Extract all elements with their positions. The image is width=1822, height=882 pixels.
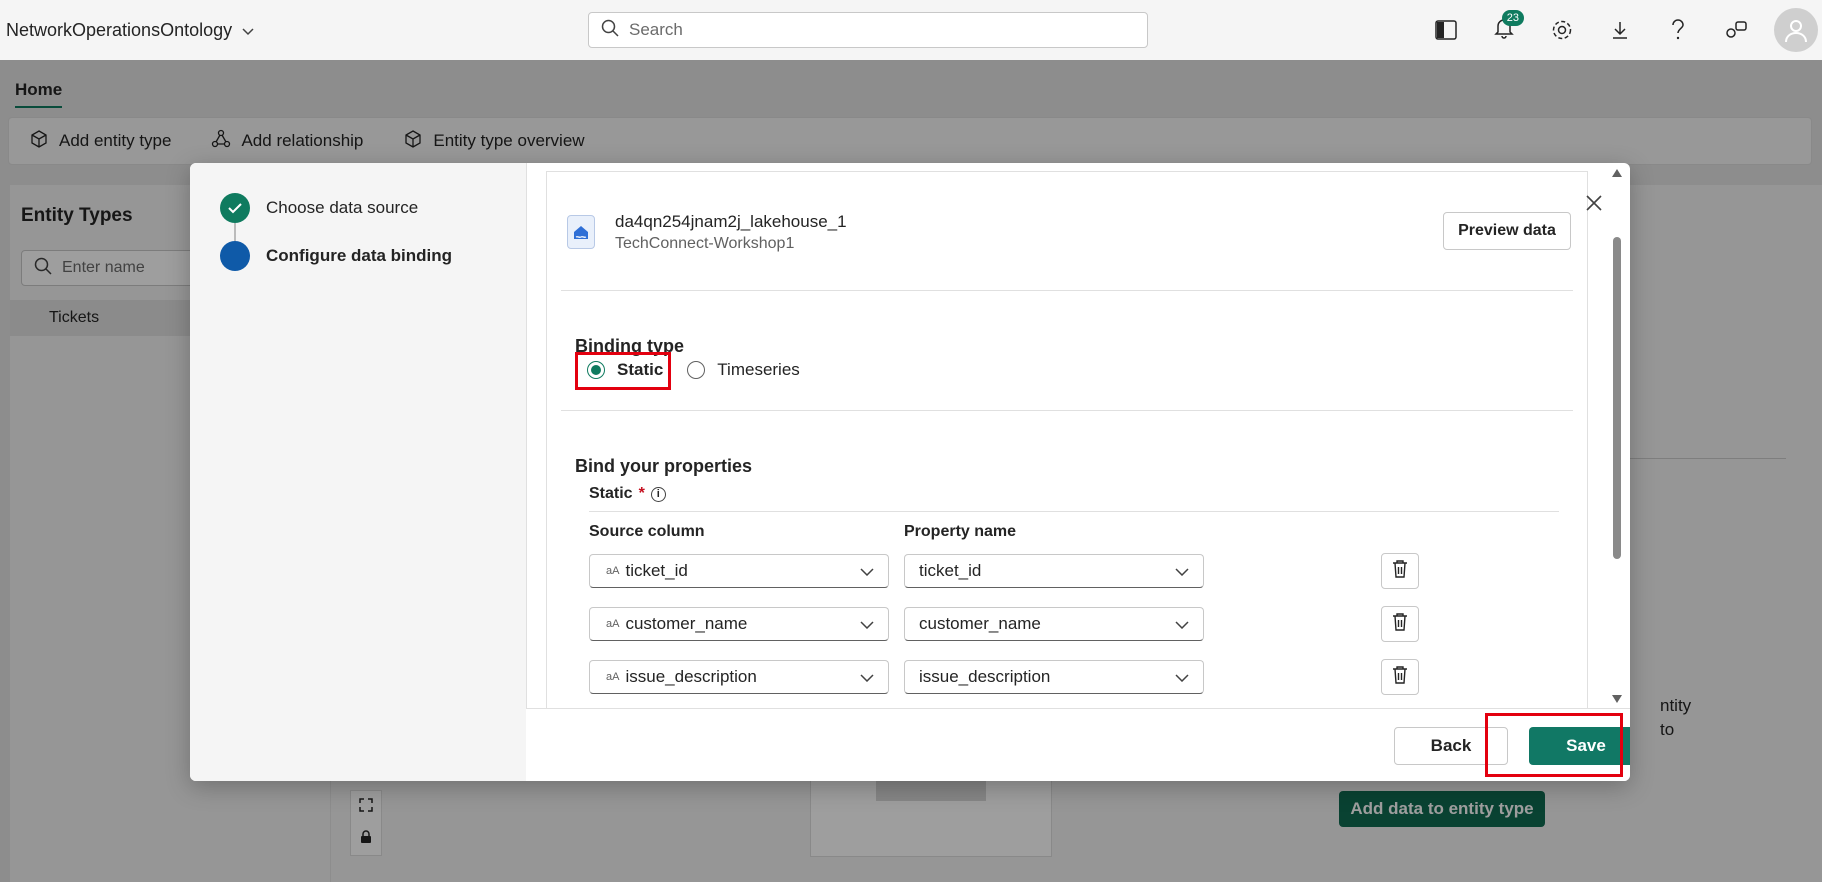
string-type-icon: aA (606, 565, 620, 577)
chevron-down-icon (860, 667, 874, 687)
source-column-value: customer_name (625, 614, 748, 633)
string-type-icon: aA (606, 671, 620, 683)
radio-timeseries[interactable]: Timeseries (687, 360, 800, 380)
binding-card: da4qn254jnam2j_lakehouse_1 TechConnect-W… (546, 171, 1588, 708)
workspace-switcher[interactable]: NetworkOperationsOntology (6, 20, 254, 41)
property-name-value: ticket_id (919, 561, 982, 580)
delete-row-button[interactable] (1381, 606, 1419, 642)
chevron-down-icon (242, 20, 254, 41)
save-highlight-box (1485, 713, 1623, 777)
trash-icon (1391, 665, 1409, 690)
step-label: Choose data source (266, 198, 419, 217)
string-type-icon: aA (606, 618, 620, 630)
scrollbar[interactable] (1610, 169, 1624, 709)
scroll-up-icon[interactable] (1612, 169, 1622, 177)
scroll-thumb[interactable] (1613, 237, 1621, 559)
source-column-dropdown[interactable]: aA ticket_id (589, 554, 889, 588)
share-feedback-icon[interactable] (1720, 14, 1752, 46)
search-input[interactable]: Search (588, 12, 1148, 48)
search-placeholder: Search (629, 20, 683, 39)
property-name-header: Property name (904, 523, 1017, 540)
property-name-dropdown[interactable]: issue_description (904, 660, 1204, 694)
divider (561, 410, 1573, 411)
preview-data-button[interactable]: Preview data (1443, 212, 1571, 250)
step-choose-data-source[interactable]: Choose data source (220, 193, 418, 223)
delete-row-button[interactable] (1381, 659, 1419, 695)
gear-icon[interactable] (1546, 14, 1578, 46)
delete-row-button[interactable] (1381, 553, 1419, 589)
property-name-dropdown[interactable]: ticket_id (904, 554, 1204, 588)
dialog-content: da4qn254jnam2j_lakehouse_1 TechConnect-W… (526, 163, 1630, 708)
trash-icon (1391, 559, 1409, 584)
workspace-name: NetworkOperationsOntology (6, 20, 233, 40)
panel-toggle-icon[interactable] (1430, 14, 1462, 46)
source-column-dropdown[interactable]: aA customer_name (589, 607, 889, 641)
chevron-down-icon (860, 614, 874, 634)
step-label: Configure data binding (266, 246, 453, 265)
required-marker: * (638, 485, 645, 502)
top-icon-bar: 23 (1430, 10, 1752, 46)
step-configure-data-binding[interactable]: Configure data binding (220, 241, 452, 271)
source-column-value: ticket_id (625, 561, 688, 580)
current-step-icon (220, 241, 250, 271)
static-group-text: Static (589, 485, 633, 502)
radio-timeseries-label: Timeseries (717, 360, 800, 379)
help-icon[interactable] (1662, 14, 1694, 46)
chevron-down-icon (860, 561, 874, 581)
source-column-header: Source column (589, 523, 705, 540)
source-workspace: TechConnect-Workshop1 (615, 235, 795, 252)
trash-icon (1391, 612, 1409, 637)
close-icon[interactable] (1582, 191, 1606, 215)
property-name-dropdown[interactable]: customer_name (904, 607, 1204, 641)
static-group-label: Static * i (589, 485, 666, 503)
bind-properties-title: Bind your properties (575, 456, 753, 476)
property-name-value: issue_description (919, 667, 1051, 686)
property-name-value: customer_name (919, 614, 1041, 633)
source-column-dropdown[interactable]: aA issue_description (589, 660, 889, 694)
chevron-down-icon (1175, 667, 1189, 687)
static-highlight-box (575, 352, 671, 390)
source-name: da4qn254jnam2j_lakehouse_1 (615, 212, 847, 231)
scroll-down-icon[interactable] (1612, 695, 1622, 703)
top-bar: NetworkOperationsOntology Search 23 (0, 0, 1822, 60)
avatar[interactable] (1774, 8, 1818, 52)
info-icon[interactable]: i (650, 486, 666, 502)
notifications-button[interactable]: 23 (1488, 10, 1524, 46)
divider (561, 290, 1573, 291)
divider (589, 511, 1559, 512)
source-column-value: issue_description (625, 667, 757, 686)
search-icon (601, 19, 619, 42)
radio-unselected-icon (687, 361, 706, 379)
chevron-down-icon (1175, 561, 1189, 581)
chevron-down-icon (1175, 614, 1189, 634)
notification-badge: 23 (1501, 10, 1524, 26)
download-icon[interactable] (1604, 14, 1636, 46)
dialog-footer: Back Save (526, 708, 1630, 781)
data-binding-dialog: Choose data source Configure data bindin… (190, 163, 1630, 781)
lakehouse-icon (567, 215, 595, 249)
wizard-steps: Choose data source Configure data bindin… (190, 163, 527, 781)
checkmark-icon (220, 193, 250, 223)
step-connector (234, 223, 236, 241)
